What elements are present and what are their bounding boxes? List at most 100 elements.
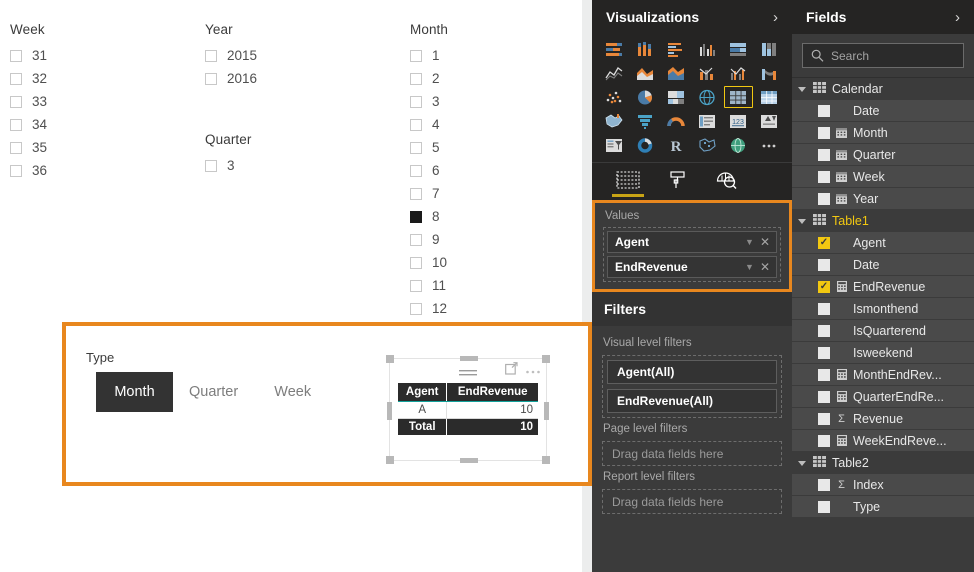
week-item[interactable]: 31 [10, 44, 47, 67]
viz-type-matrix-visual[interactable] [755, 86, 784, 108]
month-item[interactable]: 2 [410, 67, 448, 90]
type-tile-slicer[interactable]: Month Quarter Week [96, 372, 331, 412]
month-checkbox[interactable] [410, 118, 422, 131]
field-checkbox[interactable] [818, 236, 830, 249]
viz-type-kpi-visual[interactable] [755, 110, 784, 132]
month-checkbox[interactable] [410, 72, 422, 85]
fields-table-table1[interactable]: Table1 [792, 210, 974, 232]
viz-type-treemap-chart[interactable] [662, 86, 691, 108]
resize-handle-nw[interactable] [386, 355, 394, 363]
month-checkbox[interactable] [410, 279, 422, 292]
visualizations-tab-strip[interactable] [592, 162, 792, 200]
month-checkbox[interactable] [410, 210, 422, 223]
month-item[interactable]: 12 [410, 297, 448, 320]
field-checkbox[interactable] [818, 192, 830, 205]
month-checkbox[interactable] [410, 256, 422, 269]
table-row[interactable]: A 10 [398, 401, 538, 419]
month-checkbox[interactable] [410, 233, 422, 246]
quarter-item[interactable]: 3 [205, 154, 251, 177]
field-checkbox[interactable] [818, 170, 830, 183]
agent-revenue-table[interactable]: Agent EndRevenue A 10 Total 10 [398, 383, 538, 435]
field-row[interactable]: Week [792, 166, 974, 188]
expand-triangle-icon[interactable] [798, 86, 806, 92]
chevron-right-icon[interactable]: › [773, 9, 778, 26]
viz-type-map-visual[interactable] [693, 86, 722, 108]
resize-handle-n[interactable] [460, 356, 478, 361]
viz-type-line-chart[interactable] [600, 62, 629, 84]
month-item[interactable]: 6 [410, 159, 448, 182]
month-item[interactable]: 7 [410, 182, 448, 205]
month-item[interactable]: 5 [410, 136, 448, 159]
month-item[interactable]: 8 [410, 205, 448, 228]
field-checkbox[interactable] [818, 500, 830, 513]
more-options-icon[interactable] [525, 362, 541, 380]
month-checkbox[interactable] [410, 141, 422, 154]
field-row[interactable]: Date [792, 100, 974, 122]
week-checkbox[interactable] [10, 72, 22, 85]
week-checkbox[interactable] [10, 141, 22, 154]
viz-type-table-visual[interactable] [724, 86, 753, 108]
expand-triangle-icon[interactable] [798, 460, 806, 466]
viz-type-ribbon-chart[interactable] [755, 62, 784, 84]
format-tab[interactable] [668, 167, 688, 197]
table-visual[interactable]: Agent EndRevenue A 10 Total 10 [386, 355, 550, 464]
field-checkbox[interactable] [818, 368, 830, 381]
fields-tab[interactable] [612, 167, 644, 197]
month-checkbox[interactable] [410, 95, 422, 108]
field-checkbox[interactable] [818, 478, 830, 491]
filter-dropzone[interactable]: Drag data fields here [602, 489, 782, 514]
fields-table-calendar[interactable]: Calendar [792, 78, 974, 100]
remove-field-icon[interactable]: ✕ [758, 235, 772, 249]
field-checkbox[interactable] [818, 126, 830, 139]
week-checkbox[interactable] [10, 118, 22, 131]
field-row[interactable]: Month [792, 122, 974, 144]
filter-card[interactable]: Agent(All) [607, 360, 777, 384]
month-checkbox[interactable] [410, 49, 422, 62]
resize-handle-s[interactable] [460, 458, 478, 463]
field-checkbox[interactable] [818, 390, 830, 403]
field-row[interactable]: Σ Revenue [792, 408, 974, 430]
viz-type-funnel-chart[interactable] [631, 110, 660, 132]
viz-type-shape-map-visual[interactable] [693, 134, 722, 156]
month-item[interactable]: 11 [410, 274, 448, 297]
resize-handle-e[interactable] [544, 402, 549, 420]
field-checkbox[interactable] [818, 148, 830, 161]
viz-type-stacked-area-chart[interactable] [662, 62, 691, 84]
viz-type-stacked-bar-chart[interactable] [600, 38, 629, 60]
menu-lines-icon[interactable] [457, 366, 479, 384]
slicer-year[interactable]: Year 2015 2016 [205, 22, 257, 90]
viz-type-line-and-stacked-column-chart[interactable] [693, 62, 722, 84]
viz-type-filled-map-visual[interactable] [600, 110, 629, 132]
field-row[interactable]: Ismonthend [792, 298, 974, 320]
values-field-pill[interactable]: EndRevenue ▼ ✕ [607, 256, 777, 278]
month-checkbox[interactable] [410, 187, 422, 200]
week-checkbox[interactable] [10, 95, 22, 108]
viz-type-stacked-column-chart[interactable] [631, 38, 660, 60]
field-checkbox[interactable] [818, 434, 830, 447]
year-checkbox[interactable] [205, 72, 217, 85]
month-item[interactable]: 1 [410, 44, 448, 67]
field-row[interactable]: MonthEndRev... [792, 364, 974, 386]
values-well-section[interactable]: Values Agent ▼ ✕ EndRevenue ▼ ✕ [592, 200, 792, 292]
highlighted-report-region[interactable]: Type Month Quarter Week Agent EndRevenue… [62, 322, 592, 486]
viz-type-r-script-visual[interactable]: R [662, 134, 691, 156]
year-checkbox[interactable] [205, 49, 217, 62]
field-checkbox[interactable] [818, 280, 830, 293]
week-item[interactable]: 34 [10, 113, 47, 136]
field-row[interactable]: IsQuarterend [792, 320, 974, 342]
column-header-endrevenue[interactable]: EndRevenue [446, 383, 538, 402]
viz-type-line-and-clustered-column-chart[interactable] [724, 62, 753, 84]
slicer-week[interactable]: Week 31 32 33 34 35 36 [10, 22, 47, 182]
chevron-right-icon[interactable]: › [955, 9, 960, 26]
quarter-checkbox[interactable] [205, 159, 217, 172]
viz-type-100-percent-stacked-bar-chart[interactable] [724, 38, 753, 60]
field-row[interactable]: Year [792, 188, 974, 210]
viz-type-100-percent-stacked-column-chart[interactable] [755, 38, 784, 60]
viz-type-slicer-visual[interactable] [600, 134, 629, 156]
week-checkbox[interactable] [10, 49, 22, 62]
field-row[interactable]: EndRevenue [792, 276, 974, 298]
field-row[interactable]: Quarter [792, 144, 974, 166]
viz-type-card-visual[interactable]: 123 [724, 110, 753, 132]
month-checkbox[interactable] [410, 164, 422, 177]
viz-type-more-visuals[interactable] [755, 134, 784, 156]
